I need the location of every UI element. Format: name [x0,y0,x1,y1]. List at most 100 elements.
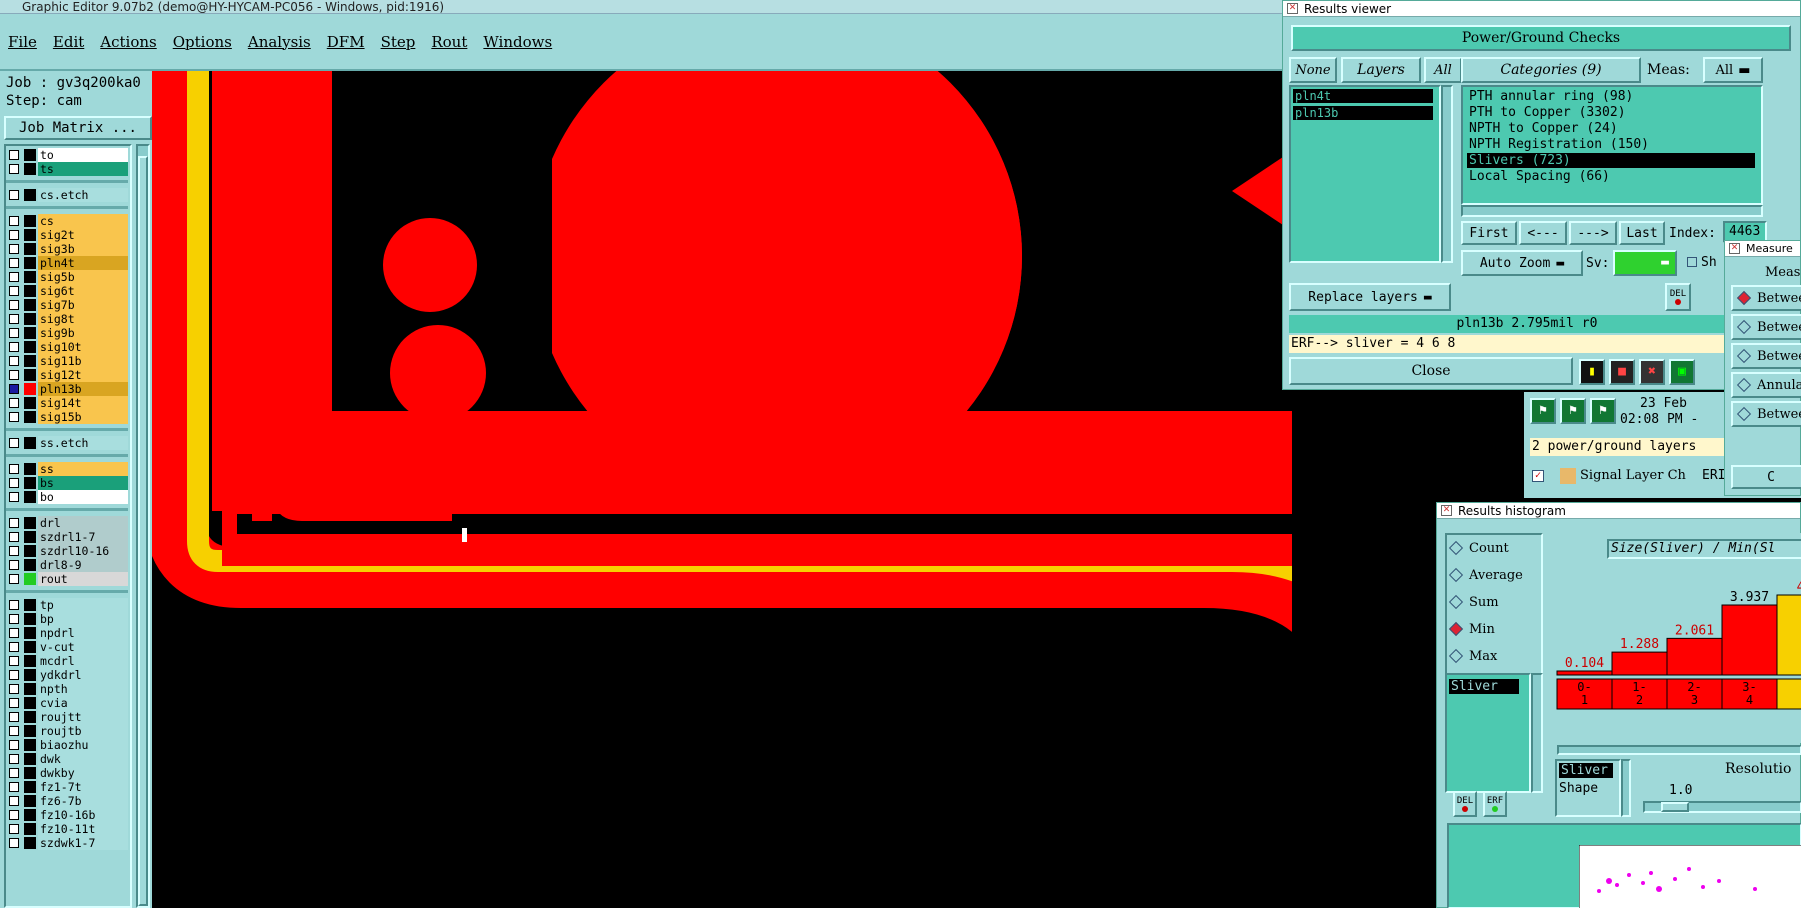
layer-row[interactable]: sig15b [6,410,128,424]
layer-checkbox[interactable] [9,356,19,366]
layer-row[interactable]: drl8-9 [6,558,128,572]
histogram-bar[interactable] [1776,594,1801,676]
layer-checkbox[interactable] [9,824,19,834]
layer-color-swatch[interactable] [24,573,36,585]
category-item[interactable]: NPTH to Copper (24) [1467,121,1755,136]
layer-row[interactable]: sig10t [6,340,128,354]
aggregate-option[interactable]: Min [1448,620,1495,638]
layer-checkbox[interactable] [9,314,19,324]
layer-row[interactable]: drl [6,516,128,530]
layer-row[interactable]: npth [6,682,128,696]
layer-row[interactable]: pln13b [6,382,128,396]
layer-checkbox[interactable] [9,670,19,680]
layer-row[interactable]: fz10-11t [6,822,128,836]
last-button[interactable]: Last [1619,221,1665,245]
histogram-type-scrollbar[interactable] [1531,673,1543,793]
histogram-bar[interactable] [1611,651,1668,676]
layer-color-swatch[interactable] [24,341,36,353]
layer-color-swatch[interactable] [24,697,36,709]
layer-color-swatch[interactable] [24,355,36,367]
layer-row[interactable]: cs [6,214,128,228]
layer-checkbox[interactable] [9,712,19,722]
layer-color-swatch[interactable] [24,285,36,297]
layer-color-swatch[interactable] [24,753,36,765]
category-item[interactable]: PTH to Copper (3302) [1467,105,1755,120]
layer-row[interactable]: bp [6,612,128,626]
category-item[interactable]: Local Spacing (66) [1467,169,1755,184]
layer-color-swatch[interactable] [24,795,36,807]
layer-color-swatch[interactable] [24,271,36,283]
layer-checkbox[interactable] [9,754,19,764]
delete-icon[interactable]: ✖ [1639,359,1665,385]
layer-row[interactable]: mcdrl [6,654,128,668]
signal-checkbox[interactable]: ✓ [1532,470,1544,482]
layer-color-swatch[interactable] [24,243,36,255]
resolution-slider-thumb[interactable] [1661,802,1689,812]
layer-row[interactable]: ss [6,462,128,476]
layer-color-swatch[interactable] [24,683,36,695]
layer-checkbox[interactable] [9,412,19,422]
histogram-bar[interactable] [1556,670,1613,676]
layer-color-swatch[interactable] [24,531,36,543]
histogram-bar[interactable] [1666,637,1723,676]
measure-option[interactable]: Annula [1731,372,1801,398]
categories-hscrollbar[interactable] [1461,205,1763,217]
show-checkbox[interactable] [1687,257,1697,267]
replace-layers-dropdown[interactable]: Replace layers ▬ [1289,283,1451,311]
layer-color-swatch[interactable] [24,837,36,849]
layer-checkbox[interactable] [9,532,19,542]
layer-color-swatch[interactable] [24,215,36,227]
layer-color-swatch[interactable] [24,781,36,793]
layer-row[interactable]: to [6,148,128,162]
categories-button[interactable]: Categories (9) [1461,57,1641,83]
menu-windows[interactable]: Windows [483,33,552,51]
layer-checkbox[interactable] [9,546,19,556]
layer-color-swatch[interactable] [24,613,36,625]
step-icon[interactable]: ▣ [1669,359,1695,385]
layer-color-swatch[interactable] [24,383,36,395]
layer-checkbox[interactable] [9,216,19,226]
layer-checkbox[interactable] [9,244,19,254]
layer-row[interactable]: sig6t [6,284,128,298]
layer-row[interactable]: pln4t [6,256,128,270]
layer-checkbox[interactable] [9,328,19,338]
layer-checkbox[interactable] [9,272,19,282]
menu-dfm[interactable]: DFM [327,33,365,51]
layer-color-swatch[interactable] [24,397,36,409]
layer-checkbox[interactable] [9,684,19,694]
layer-color-swatch[interactable] [24,823,36,835]
category-item[interactable]: PTH annular ring (98) [1467,89,1755,104]
layer-checkbox[interactable] [9,614,19,624]
menu-step[interactable]: Step [381,33,416,51]
layer-checkbox[interactable] [9,230,19,240]
menu-rout[interactable]: Rout [431,33,467,51]
none-button[interactable]: None [1289,57,1337,83]
layer-row[interactable]: roujtt [6,710,128,724]
close-icon[interactable]: ✕ [1441,505,1452,516]
layer-checkbox[interactable] [9,492,19,502]
menu-analysis[interactable]: Analysis [248,33,311,51]
measure-option[interactable]: Betwee [1731,401,1801,427]
layer-color-swatch[interactable] [24,477,36,489]
layer-color-swatch[interactable] [24,627,36,639]
layer-checkbox[interactable] [9,518,19,528]
layer-row[interactable]: npdrl [6,626,128,640]
layer-checkbox[interactable] [9,600,19,610]
layer-row[interactable]: szdwk1-7 [6,836,128,850]
layer-checkbox[interactable] [9,796,19,806]
layer-checkbox[interactable] [9,300,19,310]
del-marker-button[interactable]: DEL [1665,283,1691,311]
layer-checkbox[interactable] [9,464,19,474]
results-layer-item[interactable]: pln13b [1293,106,1433,120]
layer-row[interactable]: sig7b [6,298,128,312]
layer-color-swatch[interactable] [24,559,36,571]
layer-checkbox[interactable] [9,150,19,160]
layer-checkbox[interactable] [9,438,19,448]
layers-button[interactable]: Layers [1341,57,1421,83]
menu-actions[interactable]: Actions [100,33,156,51]
layer-checkbox[interactable] [9,782,19,792]
layer-row[interactable]: biaozhu [6,738,128,752]
layer-checkbox[interactable] [9,574,19,584]
hist-erf-button[interactable]: ERF [1483,791,1507,817]
layer-checkbox[interactable] [9,190,19,200]
